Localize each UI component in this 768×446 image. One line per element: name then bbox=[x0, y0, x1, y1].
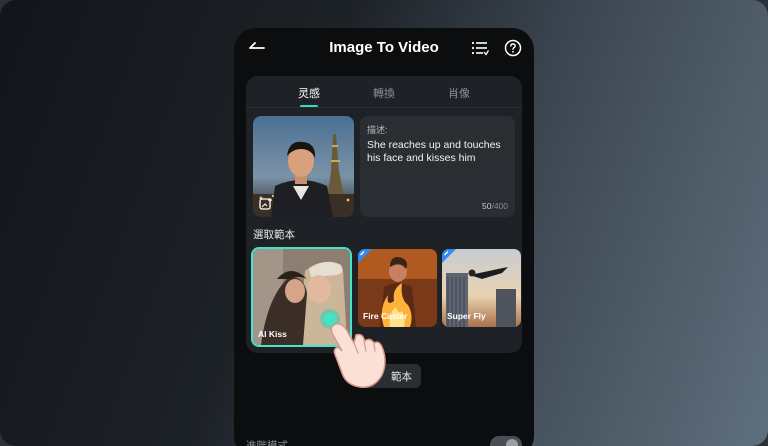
template-super-fly[interactable]: Super Fly bbox=[442, 249, 521, 327]
template-fire-caster-badge-icon bbox=[358, 249, 372, 263]
uploaded-photo[interactable] bbox=[253, 116, 354, 217]
tab-bar: 灵感 轉換 肖像 bbox=[246, 76, 522, 108]
advanced-mode-toggle[interactable] bbox=[490, 436, 522, 446]
toggle-knob bbox=[506, 439, 518, 446]
prompt-text[interactable]: She reaches up and touches his face and … bbox=[367, 139, 507, 165]
advanced-mode-label: 進階模式 bbox=[246, 440, 288, 446]
page-title: Image To Video bbox=[329, 39, 439, 56]
template-super-fly-label: Super Fly bbox=[447, 311, 486, 321]
templates-section-title: 選取範本 bbox=[253, 229, 295, 241]
prompt-input[interactable]: 描述: She reaches up and touches his face … bbox=[360, 116, 515, 217]
screenshot-stage: Image To Video 灵感 轉換 肖像 描述: She reaches … bbox=[0, 0, 768, 446]
top-bar: Image To Video bbox=[234, 28, 534, 70]
tab-convert[interactable]: 轉換 bbox=[354, 85, 414, 101]
char-counter: 50/400 bbox=[482, 201, 508, 211]
replace-image-icon[interactable] bbox=[259, 197, 273, 211]
template-super-fly-badge-icon bbox=[442, 249, 456, 263]
task-list-icon[interactable] bbox=[471, 40, 489, 56]
tap-gesture-hand-icon bbox=[320, 309, 386, 388]
tab-portrait[interactable]: 肖像 bbox=[429, 85, 489, 101]
tab-inspiration[interactable]: 灵感 bbox=[279, 85, 339, 101]
template-ai-kiss-label: AI Kiss bbox=[258, 329, 287, 339]
prompt-label: 描述: bbox=[367, 125, 388, 135]
active-tab-indicator bbox=[300, 105, 318, 107]
char-count-max: /400 bbox=[491, 201, 508, 211]
help-icon[interactable] bbox=[504, 39, 522, 57]
